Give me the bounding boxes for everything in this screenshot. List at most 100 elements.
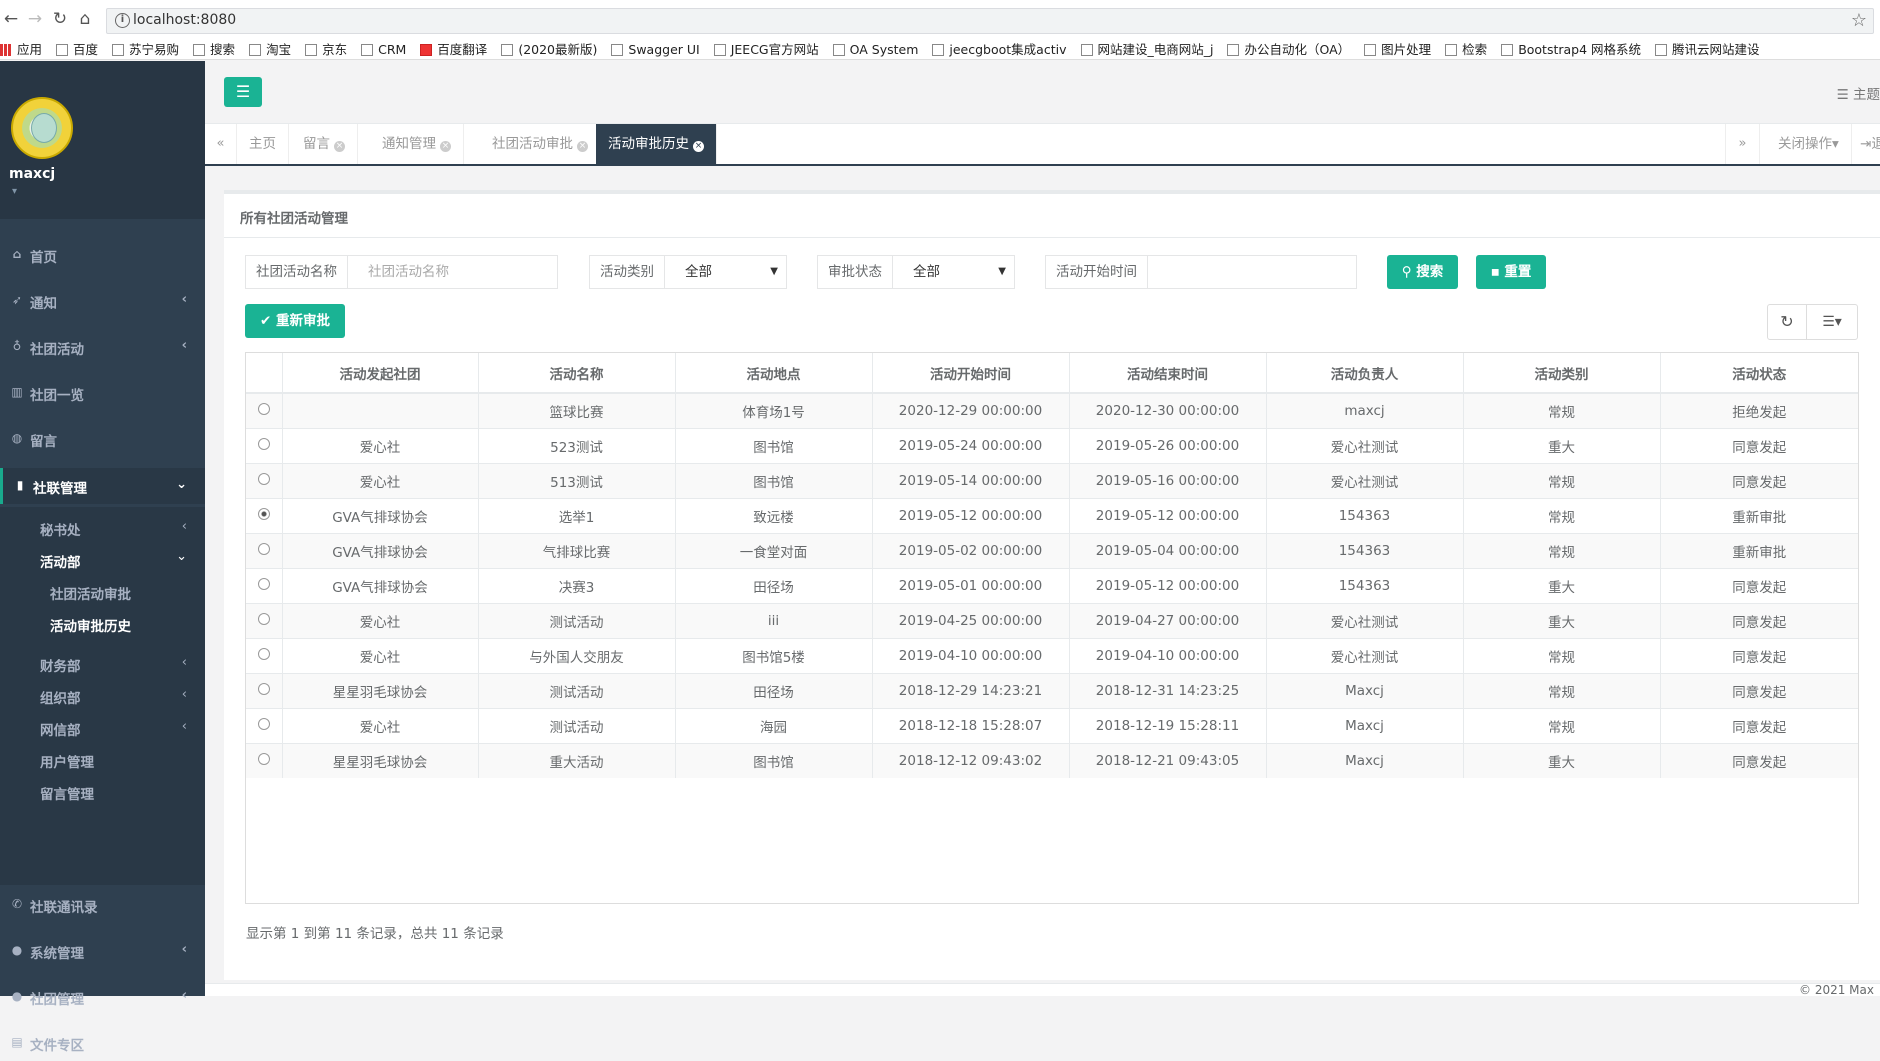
bookmark-item[interactable]: Bootstrap4 网格系统 bbox=[1501, 40, 1641, 60]
table-row[interactable]: 爱心社 523测试 图书馆 2019-05-24 00:00:00 2019-05-26… bbox=[246, 427, 1858, 463]
row-select-cell[interactable] bbox=[246, 532, 283, 568]
table-row[interactable]: 爱心社 与外国人交朋友 图书馆5楼 2019-04-10 00:00:00 2019-0… bbox=[246, 637, 1858, 673]
forward-icon[interactable]: → bbox=[24, 8, 46, 30]
row-radio[interactable] bbox=[257, 647, 270, 660]
tab-scroll-right-icon[interactable]: » bbox=[1725, 124, 1759, 164]
column-header[interactable]: 活动负责人 bbox=[1266, 353, 1464, 394]
close-operations-dropdown[interactable]: 关闭操作▾ bbox=[1759, 124, 1851, 164]
column-header[interactable]: 活动类别 bbox=[1463, 353, 1661, 394]
row-radio[interactable] bbox=[257, 577, 270, 590]
tab-home[interactable]: 主页 bbox=[237, 124, 289, 164]
sidebar-sub-activity-approval[interactable]: 社团活动审批 bbox=[50, 583, 131, 603]
reset-button[interactable]: ▪ 重置 bbox=[1476, 255, 1546, 289]
activity-type-select[interactable]: 全部 ▼ bbox=[671, 256, 786, 288]
tab-activity-approval[interactable]: 社团活动审批 × bbox=[480, 124, 601, 164]
table-row[interactable]: 爱心社 测试活动 iii 2019-04-25 00:00:00 2019-04-27 … bbox=[246, 602, 1858, 638]
activity-name-input[interactable]: 社团活动名称 bbox=[356, 256, 556, 288]
tab-notice-admin[interactable]: 通知管理 × bbox=[370, 124, 464, 164]
row-select-cell[interactable] bbox=[246, 742, 283, 778]
table-row[interactable]: 篮球比赛 体育场1号 2020-12-29 00:00:00 2020-12-30 0… bbox=[246, 392, 1858, 428]
bookmark-item[interactable]: 办公自动化（OA） bbox=[1227, 40, 1350, 60]
bookmark-item[interactable]: JEECG官方网站 bbox=[713, 40, 819, 60]
tab-scroll-left-icon[interactable]: « bbox=[205, 124, 237, 164]
row-radio[interactable] bbox=[257, 612, 270, 625]
row-radio[interactable] bbox=[257, 437, 270, 450]
sidebar-sub-organization[interactable]: 组织部 bbox=[40, 687, 81, 707]
bookmark-item[interactable]: 腾讯云网站建设 bbox=[1655, 40, 1760, 60]
table-row[interactable]: GVA气排球协会 气排球比赛 一食堂对面 2019-05-02 00:00:00 201… bbox=[246, 532, 1858, 568]
address-bar[interactable]: i localhost:8080 ☆ bbox=[106, 8, 1874, 34]
table-row[interactable]: GVA气排球协会 决赛3 田径场 2019-05-01 00:00:00 2019-05… bbox=[246, 567, 1858, 603]
sidebar-sub-secretariat[interactable]: 秘书处 bbox=[40, 519, 81, 539]
row-radio[interactable] bbox=[257, 507, 270, 520]
sidebar-sub-users[interactable]: 用户管理 bbox=[40, 751, 94, 771]
tab-close-icon[interactable]: × bbox=[440, 141, 451, 152]
bookmark-star-icon[interactable]: ☆ bbox=[1851, 10, 1867, 31]
tab-close-icon[interactable]: × bbox=[334, 141, 345, 152]
row-select-cell[interactable] bbox=[246, 602, 283, 638]
refresh-button[interactable]: ↻ bbox=[1767, 304, 1807, 340]
sidebar-sub-approval-history[interactable]: 活动审批历史 bbox=[50, 615, 131, 635]
username[interactable]: maxcj bbox=[9, 166, 55, 182]
bookmark-item[interactable]: Swagger UI bbox=[611, 40, 700, 60]
search-button[interactable]: ⚲ 搜索 bbox=[1387, 255, 1458, 289]
bookmark-item[interactable]: 网站建设_电商网站_j bbox=[1080, 40, 1213, 60]
reapprove-button[interactable]: ✔ 重新审批 bbox=[245, 304, 345, 338]
sidebar-item-club-list[interactable]: ▥ 社团一览 bbox=[0, 375, 205, 411]
row-select-cell[interactable] bbox=[246, 707, 283, 743]
bookmark-item[interactable]: jeecgboot集成activ bbox=[932, 40, 1067, 60]
column-header[interactable]: 活动状态 bbox=[1660, 353, 1858, 394]
sidebar-item-home[interactable]: ⌂ 首页 bbox=[0, 237, 205, 273]
row-select-cell[interactable] bbox=[246, 637, 283, 673]
sidebar-item-club-admin[interactable]: ● 社团管理 ‹ bbox=[0, 979, 205, 1015]
sidebar-sub-activity-dept[interactable]: 活动部 bbox=[40, 551, 81, 571]
sidebar-sub-messages[interactable]: 留言管理 bbox=[40, 783, 94, 803]
tab-close-icon[interactable]: × bbox=[577, 141, 588, 152]
row-radio[interactable] bbox=[257, 472, 270, 485]
sidebar-item-message[interactable]: ◍ 留言 bbox=[0, 421, 205, 457]
bookmark-item[interactable]: CRM bbox=[361, 40, 406, 60]
sidebar-item-union-admin[interactable]: ▮ 社联管理 ⌄ bbox=[0, 468, 205, 504]
row-select-cell[interactable] bbox=[246, 672, 283, 708]
sidebar-sub-network[interactable]: 网信部 bbox=[40, 719, 81, 739]
table-row[interactable]: 爱心社 测试活动 海园 2018-12-18 15:28:07 2018-12-19 1… bbox=[246, 707, 1858, 743]
bookmark-item[interactable]: 淘宝 bbox=[249, 40, 291, 60]
sidebar-item-contacts[interactable]: ✆ 社联通讯录 bbox=[0, 887, 205, 923]
bookmark-item[interactable]: 搜索 bbox=[193, 40, 235, 60]
bookmark-item[interactable]: 京东 bbox=[305, 40, 347, 60]
bookmark-item[interactable]: 图片处理 bbox=[1364, 40, 1431, 60]
url-text[interactable]: localhost:8080 bbox=[133, 12, 236, 28]
info-icon[interactable]: i bbox=[115, 13, 130, 28]
logout-button[interactable]: ⇥退 bbox=[1851, 124, 1880, 164]
table-row[interactable]: 星星羽毛球协会 测试活动 田径场 2018-12-29 14:23:21 2018-12… bbox=[246, 672, 1858, 708]
column-header[interactable]: 活动地点 bbox=[675, 353, 873, 394]
bookmark-item[interactable]: 检索 bbox=[1445, 40, 1487, 60]
sidebar-sub-finance[interactable]: 财务部 bbox=[40, 655, 81, 675]
bookmark-item[interactable]: 百度翻译 bbox=[420, 40, 487, 60]
table-row[interactable]: GVA气排球协会 选举1 致远楼 2019-05-12 00:00:00 2019-05… bbox=[246, 497, 1858, 533]
tab-approval-history[interactable]: 活动审批历史 × bbox=[596, 124, 717, 164]
tab-close-icon[interactable]: × bbox=[693, 141, 704, 152]
row-radio[interactable] bbox=[257, 542, 270, 555]
column-header[interactable]: 活动名称 bbox=[478, 353, 676, 394]
bookmark-item[interactable]: 应用 bbox=[0, 40, 42, 60]
sidebar-item-system[interactable]: ● 系统管理 ‹ bbox=[0, 933, 205, 969]
approval-status-select[interactable]: 全部 ▼ bbox=[899, 256, 1014, 288]
tab-message[interactable]: 留言 × bbox=[291, 124, 358, 164]
column-header[interactable]: 活动结束时间 bbox=[1069, 353, 1267, 394]
column-header[interactable]: 活动发起社团 bbox=[282, 353, 479, 394]
row-select-cell[interactable] bbox=[246, 497, 283, 533]
sidebar-item-club-activity[interactable]: ♁ 社团活动 ‹ bbox=[0, 329, 205, 365]
row-select-cell[interactable] bbox=[246, 462, 283, 498]
menu-toggle-button[interactable]: ☰ bbox=[224, 77, 262, 107]
row-select-cell[interactable] bbox=[246, 427, 283, 463]
bookmark-item[interactable]: (2020最新版) bbox=[501, 40, 597, 60]
column-header[interactable]: 活动开始时间 bbox=[872, 353, 1070, 394]
row-select-cell[interactable] bbox=[246, 392, 283, 428]
table-row[interactable]: 爱心社 513测试 图书馆 2019-05-14 00:00:00 2019-05-16… bbox=[246, 462, 1858, 498]
theme-button[interactable]: ☰ 主题 bbox=[1837, 83, 1880, 103]
row-select-cell[interactable] bbox=[246, 567, 283, 603]
table-row[interactable]: 星星羽毛球协会 重大活动 图书馆 2018-12-12 09:43:02 2018-12… bbox=[246, 742, 1858, 778]
sidebar-item-notice[interactable]: ➶ 通知 ‹ bbox=[0, 283, 205, 319]
row-radio[interactable] bbox=[257, 717, 270, 730]
